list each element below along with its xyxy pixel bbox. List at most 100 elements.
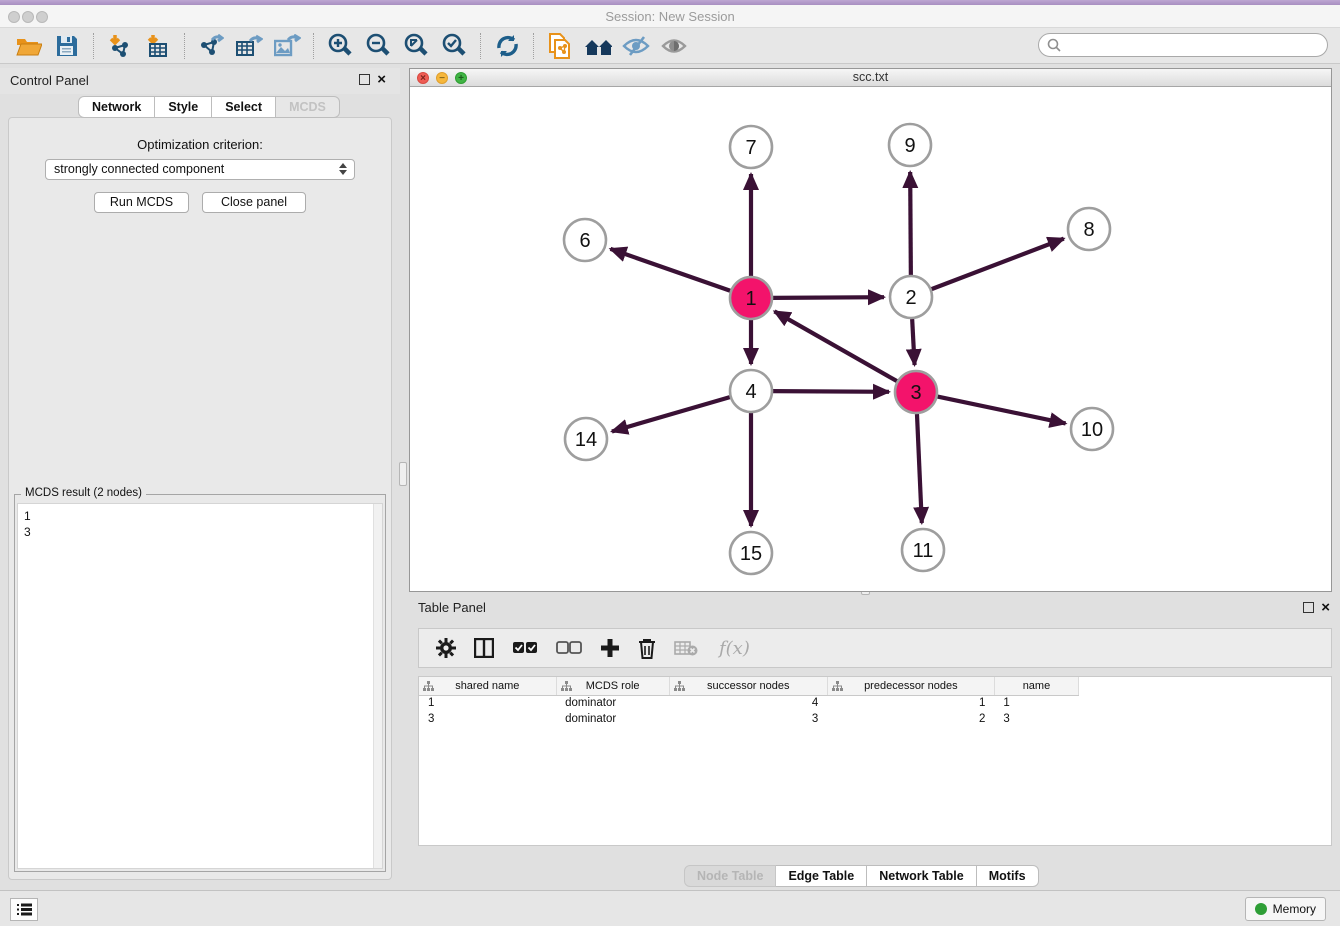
network-canvas[interactable]: 7968124314101511 <box>410 87 1331 591</box>
node-label-7: 7 <box>745 137 756 159</box>
mcds-result-area[interactable]: 1 3 <box>17 503 383 869</box>
console-button[interactable] <box>10 898 38 921</box>
import-table-icon[interactable] <box>144 32 172 60</box>
edge-2-8[interactable] <box>932 239 1064 290</box>
node-label-3: 3 <box>910 382 921 404</box>
export-image-icon[interactable] <box>273 32 301 60</box>
column-header-predecessor-nodes[interactable]: predecessor nodes <box>827 677 994 695</box>
table-cell[interactable]: 2 <box>827 711 994 727</box>
network-minimize-icon[interactable]: − <box>436 72 448 84</box>
edge-1-2[interactable] <box>773 297 884 298</box>
node-label-11: 11 <box>913 540 934 562</box>
delete-table-icon[interactable] <box>674 640 698 656</box>
zoom-fit-icon[interactable] <box>402 32 430 60</box>
tab-node-table[interactable]: Node Table <box>684 865 776 887</box>
edge-1-6[interactable] <box>610 249 730 291</box>
deselect-all-icon[interactable] <box>556 641 582 655</box>
memory-label: Memory <box>1273 902 1316 916</box>
network-window-titlebar[interactable]: × − + scc.txt <box>410 69 1331 87</box>
delete-column-icon[interactable] <box>638 638 656 659</box>
optimization-criterion-label: Optimization criterion: <box>0 137 400 152</box>
show-hidden-icon[interactable] <box>660 32 688 60</box>
control-panel-buttons: × <box>359 74 386 85</box>
memory-status-icon <box>1255 903 1267 915</box>
selected-option: strongly connected component <box>54 162 224 176</box>
search-box[interactable] <box>1038 33 1328 57</box>
float-panel-icon[interactable] <box>359 74 370 85</box>
table-row[interactable]: 1dominator411 <box>419 695 1079 711</box>
edge-2-3[interactable] <box>912 319 914 365</box>
tab-edge-table[interactable]: Edge Table <box>776 865 867 887</box>
close-panel-button[interactable]: Close panel <box>202 192 306 213</box>
edge-3-11[interactable] <box>917 414 922 523</box>
export-table-icon[interactable] <box>235 32 263 60</box>
close-panel-icon[interactable]: × <box>377 74 386 85</box>
add-column-icon[interactable] <box>600 638 620 658</box>
table-cell[interactable]: 4 <box>669 695 827 711</box>
hide-selected-icon[interactable] <box>622 32 650 60</box>
tab-select[interactable]: Select <box>212 96 276 118</box>
tab-mcds[interactable]: MCDS <box>276 96 340 118</box>
node-label-10: 10 <box>1081 419 1103 441</box>
tab-style[interactable]: Style <box>155 96 212 118</box>
node-label-4: 4 <box>745 381 756 403</box>
memory-button[interactable]: Memory <box>1245 897 1326 921</box>
mcds-result-text: 1 3 <box>18 504 382 544</box>
table-cell[interactable]: dominator <box>556 695 669 711</box>
column-header-shared-name[interactable]: shared name <box>419 677 556 695</box>
table-cell[interactable]: 3 <box>994 711 1078 727</box>
node-label-6: 6 <box>579 230 590 252</box>
table-cell[interactable]: 1 <box>994 695 1078 711</box>
edge-4-3[interactable] <box>773 391 889 392</box>
zoom-out-icon[interactable] <box>364 32 392 60</box>
float-table-panel-icon[interactable] <box>1303 602 1314 613</box>
close-table-panel-icon[interactable]: × <box>1321 602 1330 613</box>
split-view-icon[interactable] <box>474 638 494 658</box>
zoom-selected-icon[interactable] <box>440 32 468 60</box>
save-session-icon[interactable] <box>53 32 81 60</box>
first-neighbors-icon[interactable] <box>584 32 612 60</box>
search-input[interactable] <box>1066 36 1327 54</box>
result-scrollbar[interactable] <box>373 504 382 868</box>
table-row[interactable]: 3dominator323 <box>419 711 1079 727</box>
network-maximize-icon[interactable]: + <box>455 72 467 84</box>
window-zoom-icon[interactable] <box>36 11 48 23</box>
node-label-8: 8 <box>1083 219 1094 241</box>
zoom-in-icon[interactable] <box>326 32 354 60</box>
tab-network-table[interactable]: Network Table <box>867 865 977 887</box>
vertical-splitter-grip[interactable] <box>399 462 407 486</box>
run-mcds-button[interactable]: Run MCDS <box>94 192 189 213</box>
open-session-icon[interactable] <box>15 32 43 60</box>
edge-3-1[interactable] <box>774 311 896 381</box>
column-header-name[interactable]: name <box>994 677 1078 695</box>
table-cell[interactable]: 1 <box>419 695 556 711</box>
mcds-result-group: MCDS result (2 nodes) 1 3 <box>14 494 386 872</box>
function-builder-icon[interactable]: f(x) <box>719 638 750 659</box>
table-settings-icon[interactable] <box>436 638 456 658</box>
import-network-icon[interactable] <box>106 32 134 60</box>
edge-3-10[interactable] <box>938 397 1066 424</box>
optimization-criterion-select[interactable]: strongly connected component <box>45 159 355 180</box>
select-all-icon[interactable] <box>512 641 538 655</box>
duplicate-network-icon[interactable] <box>546 32 574 60</box>
window-minimize-icon[interactable] <box>22 11 34 23</box>
tab-motifs[interactable]: Motifs <box>977 865 1039 887</box>
export-network-icon[interactable] <box>197 32 225 60</box>
table-cell[interactable]: 3 <box>419 711 556 727</box>
edge-4-14[interactable] <box>612 397 730 431</box>
network-view-window: × − + scc.txt 7968124314101511 <box>409 68 1332 592</box>
tab-network[interactable]: Network <box>78 96 155 118</box>
table-cell[interactable]: 3 <box>669 711 827 727</box>
window-close-icon[interactable] <box>8 11 20 23</box>
node-label-9: 9 <box>904 135 915 157</box>
node-label-14: 14 <box>575 429 597 451</box>
column-header-successor-nodes[interactable]: successor nodes <box>669 677 827 695</box>
control-panel-tabs: Network Style Select MCDS <box>78 96 340 118</box>
table-cell[interactable]: dominator <box>556 711 669 727</box>
select-stepper-icon <box>339 163 347 175</box>
refresh-layout-icon[interactable] <box>493 32 521 60</box>
table-cell[interactable]: 1 <box>827 695 994 711</box>
column-header-MCDS-role[interactable]: MCDS role <box>556 677 669 695</box>
network-close-icon[interactable]: × <box>417 72 429 84</box>
edge-2-9[interactable] <box>910 172 911 275</box>
